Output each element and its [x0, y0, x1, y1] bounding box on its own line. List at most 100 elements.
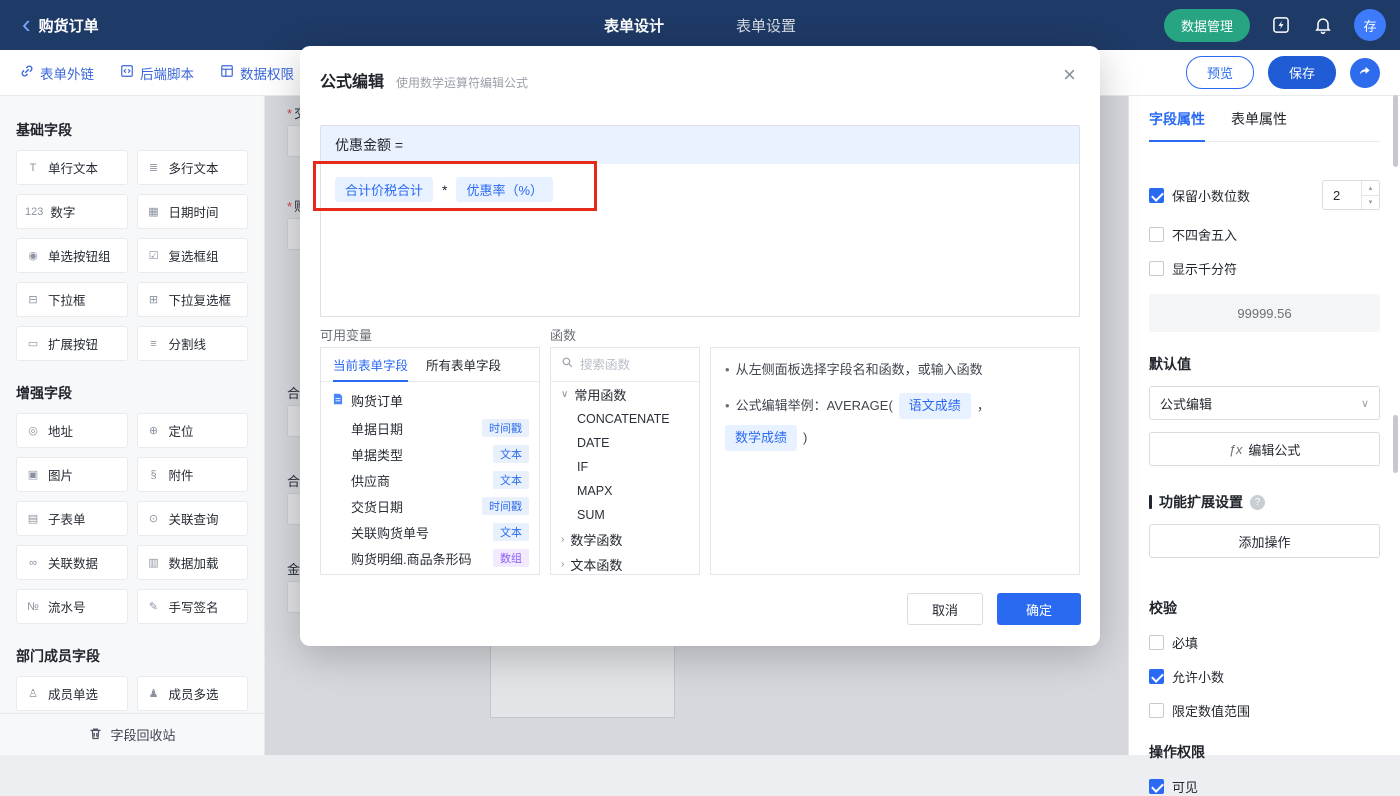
field-type-item[interactable]: ✎ 手写签名: [136, 589, 248, 624]
help-text: 从左侧面板选择字段名和函数，或输入函数: [735, 362, 983, 377]
backend-script[interactable]: 后端脚本: [120, 63, 194, 83]
tab-form-properties[interactable]: 表单属性: [1231, 96, 1287, 141]
variable-item[interactable]: 供应商 文本: [321, 467, 539, 493]
back-icon[interactable]: ‹: [22, 11, 31, 37]
function-item[interactable]: MAPX: [551, 479, 699, 503]
field-type-item[interactable]: ♟ 成员多选: [136, 676, 248, 711]
lightning-icon[interactable]: [1270, 14, 1292, 36]
format-option-checkbox[interactable]: [1149, 227, 1164, 242]
confirm-button[interactable]: 确定: [997, 593, 1081, 625]
avatar[interactable]: 存: [1354, 9, 1386, 41]
tab-form-settings[interactable]: 表单设置: [736, 15, 796, 36]
function-item[interactable]: DATE: [551, 431, 699, 455]
function-item[interactable]: IF: [551, 455, 699, 479]
field-recycle-bin[interactable]: 字段回收站: [0, 713, 264, 755]
field-type-item[interactable]: ⊕ 定位: [136, 413, 248, 448]
variable-item[interactable]: 购货明细.商品条形码 数组: [321, 545, 539, 571]
field-type-label: 数据加载: [168, 557, 219, 571]
function-group-collapsed[interactable]: › 文本函数: [551, 552, 699, 574]
decimal-places-input[interactable]: [1323, 187, 1361, 203]
variable-item[interactable]: 单据类型 文本: [321, 441, 539, 467]
function-item[interactable]: SUM: [551, 503, 699, 527]
validation-options: 必填 允许小数 限定数值范围: [1149, 633, 1380, 720]
format-option-checkbox[interactable]: [1149, 261, 1164, 276]
field-type-item[interactable]: ▭ 扩展按钮: [16, 326, 128, 361]
form-external-link[interactable]: 表单外链: [20, 63, 94, 83]
data-manage-button[interactable]: 数据管理: [1163, 8, 1250, 42]
preview-button[interactable]: 预览: [1185, 56, 1254, 89]
variables-tabs: 当前表单字段 所有表单字段: [321, 348, 539, 382]
help-icon[interactable]: ?: [1250, 494, 1265, 510]
format-option-row: 显示千分符: [1149, 259, 1380, 278]
format-options: 不四舍五入 显示千分符: [1149, 225, 1380, 278]
share-button[interactable]: [1350, 57, 1380, 88]
variable-item[interactable]: 交货日期 时间戳: [321, 493, 539, 519]
field-type-item[interactable]: ▦ 日期时间: [136, 194, 248, 229]
form-root-node[interactable]: 购货订单: [321, 382, 539, 415]
field-type-icon: ◉: [28, 250, 38, 262]
function-search-input[interactable]: [580, 357, 684, 372]
field-type-item[interactable]: ◎ 地址: [16, 413, 128, 448]
tab-form-design[interactable]: 表单设计: [604, 15, 664, 36]
validation-label: 必填: [1172, 636, 1199, 651]
variable-type-tag: 数组: [493, 549, 529, 567]
field-type-item[interactable]: ⊙ 关联查询: [136, 501, 248, 536]
validation-checkbox[interactable]: [1149, 669, 1164, 684]
functions-label: 函数: [550, 328, 577, 343]
data-permission[interactable]: 数据权限: [220, 63, 294, 83]
modal-subtitle: 使用数学运算符编辑公式: [396, 76, 529, 90]
validation-checkbox[interactable]: [1149, 703, 1164, 718]
stepper-up-icon[interactable]: ▴: [1362, 181, 1379, 196]
bullet-icon: •: [725, 398, 730, 413]
add-action-button[interactable]: 添加操作: [1149, 524, 1380, 558]
default-value-dropdown[interactable]: 公式编辑 ∨: [1149, 386, 1380, 420]
field-type-icon: ⊙: [148, 513, 159, 525]
field-type-item[interactable]: ≣ 多行文本: [136, 150, 248, 185]
close-icon[interactable]: ×: [1063, 64, 1076, 86]
function-group-collapsed[interactable]: › 数学函数: [551, 527, 699, 552]
field-type-item[interactable]: § 附件: [136, 457, 248, 492]
field-type-item[interactable]: 123 数字: [16, 194, 128, 229]
formula-field-chip[interactable]: 优惠率（%）: [456, 177, 554, 202]
field-type-item[interactable]: ⊞ 下拉复选框: [136, 282, 248, 317]
field-type-label: 下拉框: [48, 294, 86, 308]
function-group-label: 文本函数: [570, 558, 623, 573]
tab-all-form-fields[interactable]: 所有表单字段: [426, 348, 501, 381]
field-type-item[interactable]: ☑ 复选框组: [136, 238, 248, 273]
tab-current-form-fields[interactable]: 当前表单字段: [333, 348, 409, 382]
save-button[interactable]: 保存: [1267, 56, 1336, 89]
edit-formula-button[interactable]: ƒx 编辑公式: [1149, 432, 1380, 466]
permission-checkbox[interactable]: [1149, 779, 1164, 794]
scrollbar-thumb[interactable]: [1393, 95, 1398, 167]
validation-checkbox[interactable]: [1149, 635, 1164, 650]
search-icon: [561, 356, 574, 374]
formula-target: 优惠金额 =: [321, 126, 1079, 164]
example-field-chip: 语文成绩: [898, 393, 971, 419]
field-type-item[interactable]: № 流水号: [16, 589, 128, 624]
variable-item[interactable]: 单据日期 时间戳: [321, 415, 539, 441]
variables-label: 可用变量: [320, 328, 373, 343]
field-type-item[interactable]: ≡ 分割线: [136, 326, 248, 361]
formula-editor[interactable]: 优惠金额 = 合计价税合计 * 优惠率（%）: [320, 125, 1080, 317]
function-item[interactable]: CONCATENATE: [551, 407, 699, 431]
field-type-item[interactable]: ◉ 单选按钮组: [16, 238, 128, 273]
field-type-item[interactable]: ∞ 关联数据: [16, 545, 128, 580]
field-type-label: 成员单选: [48, 688, 99, 702]
edit-formula-label: 编辑公式: [1248, 442, 1301, 458]
field-type-item[interactable]: T 单行文本: [16, 150, 128, 185]
stepper-down-icon[interactable]: ▾: [1362, 196, 1379, 210]
decimal-places-checkbox[interactable]: [1149, 187, 1164, 203]
field-type-item[interactable]: ▥ 数据加载: [136, 545, 248, 580]
field-type-label: 附件: [168, 469, 194, 483]
tab-field-properties[interactable]: 字段属性: [1149, 96, 1205, 142]
variable-item[interactable]: 关联购货单号 文本: [321, 519, 539, 545]
cancel-button[interactable]: 取消: [907, 593, 983, 625]
scrollbar-thumb[interactable]: [1393, 415, 1398, 473]
field-type-item[interactable]: ⊟ 下拉框: [16, 282, 128, 317]
function-group-common[interactable]: ∨ 常用函数: [551, 382, 699, 407]
field-type-item[interactable]: ♙ 成员单选: [16, 676, 128, 711]
field-type-item[interactable]: ▤ 子表单: [16, 501, 128, 536]
field-type-item[interactable]: ▣ 图片: [16, 457, 128, 492]
formula-field-chip[interactable]: 合计价税合计: [335, 177, 434, 202]
bell-icon[interactable]: [1312, 14, 1334, 36]
